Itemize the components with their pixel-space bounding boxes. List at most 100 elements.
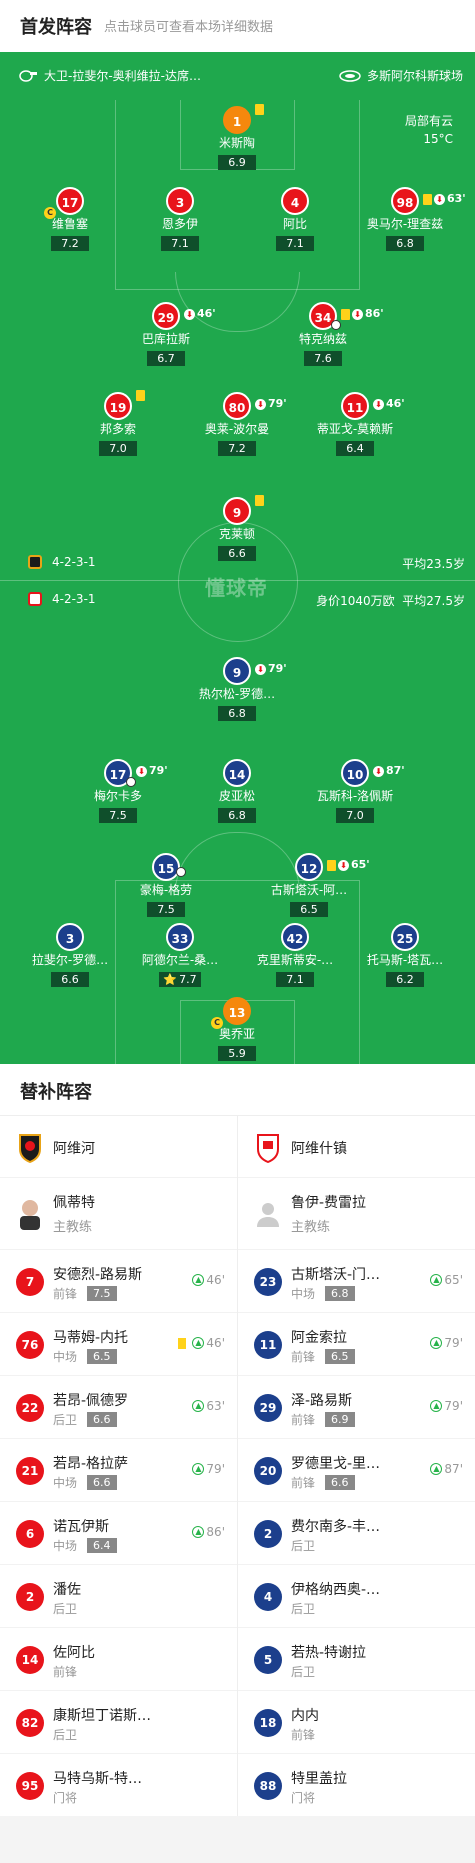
yellow-card-icon [136,390,145,401]
home-player[interactable]: 34 ⬇ 86' 特克纳兹 7.6 [263,302,384,366]
sub-player-row[interactable]: 11 阿金索拉 前锋 6.5 ▲ 79' [238,1313,475,1376]
jersey-number: 34 ⬇ 86' [309,302,384,330]
home-player[interactable]: 1 米斯陶 6.9 [177,104,297,170]
sub-player-row[interactable]: 5 若热-特谢拉 后卫 [238,1628,475,1691]
sub-player-row[interactable]: 7 安德烈-路易斯 前锋 7.5 ▲ 46' [0,1250,237,1313]
jersey-number: 11 ⬇ 46' [341,392,405,420]
jersey-number-text: 19 [109,401,127,415]
home-player[interactable]: 19 邦多索 7.0 [58,390,178,456]
away-player[interactable]: 25 托马斯-塔瓦… 6.2 [345,923,465,987]
jersey-number: 21 [16,1457,44,1485]
player-name: 梅尔卡多 [93,789,142,803]
sub-player-row[interactable]: 4 伊格纳西奥-… 后卫 [238,1565,475,1628]
jersey-number: 29 ⬇ 46' [152,302,216,330]
away-coach-row[interactable]: 鲁伊-费雷拉 主教练 [238,1178,475,1250]
yellow-card-icon [327,859,336,871]
home-player[interactable]: 9 克莱顿 6.6 [177,495,297,561]
away-team-row[interactable]: 阿维什镇 [238,1116,475,1178]
player-name: 托马斯-塔瓦… [366,953,444,967]
home-formation-text: 4-2-3-1 [52,555,96,569]
away-player[interactable]: 12 ⬇ 65' 古斯塔沃-阿… 6.5 [249,853,370,917]
jersey-number-text: 29 [157,311,175,325]
jersey-number-text: 14 [228,768,246,782]
away-player[interactable]: 42 克里斯蒂安-… 7.1 [235,923,355,987]
page-subtitle: 点击球员可查看本场详细数据 [104,20,274,35]
sub-player-row[interactable]: 82 康斯坦丁诺斯… 后卫 [0,1691,237,1754]
player-rating: 6.5 [290,902,328,917]
sub-player-name: 马蒂姆-内托 [53,1330,129,1346]
sub-player-row[interactable]: 2 潘佐 后卫 [0,1565,237,1628]
jersey-number-text: 10 [346,768,364,782]
jersey-number-text: 15 [157,862,175,876]
away-player[interactable]: 3 拉斐尔-罗德… 6.6 [10,923,130,987]
sub-player-row[interactable]: 21 若昂-格拉萨 中场 6.6 ▲ 79' [0,1439,237,1502]
away-player[interactable]: 13 C 奥乔亚 5.9 [177,997,297,1061]
player-name: 克里斯蒂安-… [256,953,334,967]
sub-player-row[interactable]: 18 内内 前锋 [238,1691,475,1754]
sub-player-row[interactable]: 29 泽-路易斯 前锋 6.9 ▲ 79' [238,1376,475,1439]
sub-player-row[interactable]: 95 马特乌斯-特… 门将 [0,1754,237,1817]
home-player[interactable]: 29 ⬇ 46' 巴库拉斯 6.7 [106,302,226,366]
goal-ball-icon [126,777,136,787]
jersey-number: 76 [16,1331,44,1359]
away-player[interactable]: 17 ⬇ 79' 梅尔卡多 7.5 [58,759,178,823]
home-player[interactable]: 11 ⬇ 46' 蒂亚戈-莫赖斯 6.4 [295,392,415,456]
sub-player-name: 佐阿比 [53,1645,95,1661]
position-text: 中场 [291,1287,316,1301]
home-player[interactable]: 80 ⬇ 79' 奥莱-波尔曼 7.2 [177,392,297,456]
away-player[interactable]: 15 豪梅-格劳 7.5 [106,853,226,917]
sub-player-position: 后卫 [53,1726,77,1743]
position-text: 前锋 [291,1350,316,1364]
player-rating: 7.1 [276,972,314,987]
sub-time: 65' [351,858,370,871]
player-name: 巴库拉斯 [141,332,190,346]
sub-player-row[interactable]: 23 古斯塔沃-门… 中场 6.8 ▲ 65' [238,1250,475,1313]
stadium-icon [339,69,361,82]
sub-player-row[interactable]: 76 马蒂姆-内托 中场 6.5 ▲ 46' [0,1313,237,1376]
home-coach-row[interactable]: 佩蒂特 主教练 [0,1178,237,1250]
weather-temp: 15°C [423,132,453,146]
player-name: 邦多索 [99,422,136,436]
yellow-card-icon [341,308,350,320]
player-events: ⬇ 46' [184,300,216,328]
sub-player-position: 后卫 [291,1537,315,1554]
jersey-number-text: 17 [109,768,127,782]
player-rating-text: 7.1 [286,973,304,986]
jersey-number: 42 [281,923,309,951]
home-player[interactable]: 4 阿比 7.1 [235,187,355,251]
home-team-row[interactable]: 阿维河 [0,1116,237,1178]
jersey-number: 19 [104,390,145,420]
sub-player-name: 罗德里戈-里… [291,1456,381,1472]
sub-player-row[interactable]: 20 罗德里戈-里… 前锋 6.6 ▲ 87' [238,1439,475,1502]
away-player[interactable]: 14 皮亚松 6.8 [177,759,297,823]
sub-player-position: 前锋 6.9 [291,1411,355,1428]
jersey-number-text: 4 [290,196,300,210]
stadium-info: 多斯阿尔科斯球场 [339,67,463,84]
jersey-number: 29 [254,1394,282,1422]
sub-player-position: 后卫 [53,1600,77,1617]
away-player[interactable]: 33 阿德尔兰-桑… ⭐ 7.7 [120,923,240,987]
sub-player-row[interactable]: 2 费尔南多-丰… 后卫 [238,1502,475,1565]
subs-title: 替补阵容 [20,1082,92,1103]
sub-player-row[interactable]: 6 诺瓦伊斯 中场 6.4 ▲ 86' [0,1502,237,1565]
sub-player-position: 中场 6.8 [291,1285,355,1302]
away-avg-age: 平均27.5岁 [402,594,465,608]
player-name: 恩多伊 [161,217,198,231]
sub-player-name: 阿金索拉 [291,1330,347,1346]
weather-desc: 局部有云 [404,114,453,128]
away-player[interactable]: 9 ⬇ 79' 热尔松-罗德… 6.8 [177,657,297,721]
jersey-number: 80 ⬇ 79' [223,392,287,420]
sub-player-row[interactable]: 14 佐阿比 前锋 [0,1628,237,1691]
sub-player-row[interactable]: 22 若昂-佩德罗 后卫 6.6 ▲ 63' [0,1376,237,1439]
away-player[interactable]: 10 ⬇ 87' 瓦斯科-洛佩斯 7.0 [295,759,415,823]
player-rating-text: 6.5 [300,903,318,916]
sub-player-name: 泽-路易斯 [291,1393,353,1409]
home-player[interactable]: 98 ⬇ 63' 奥马尔-理查兹 6.8 [345,187,466,251]
sub-in-info: ▲ 79' [192,1462,225,1476]
player-rating-text: 6.8 [396,237,414,250]
sub-player-row[interactable]: 88 特里盖拉 门将 [238,1754,475,1817]
player-rating: 7.0 [99,441,137,456]
home-player[interactable]: 3 恩多伊 7.1 [120,187,240,251]
position-text: 前锋 [291,1728,316,1742]
home-player[interactable]: 17 C 维鲁塞 7.2 [10,187,130,251]
